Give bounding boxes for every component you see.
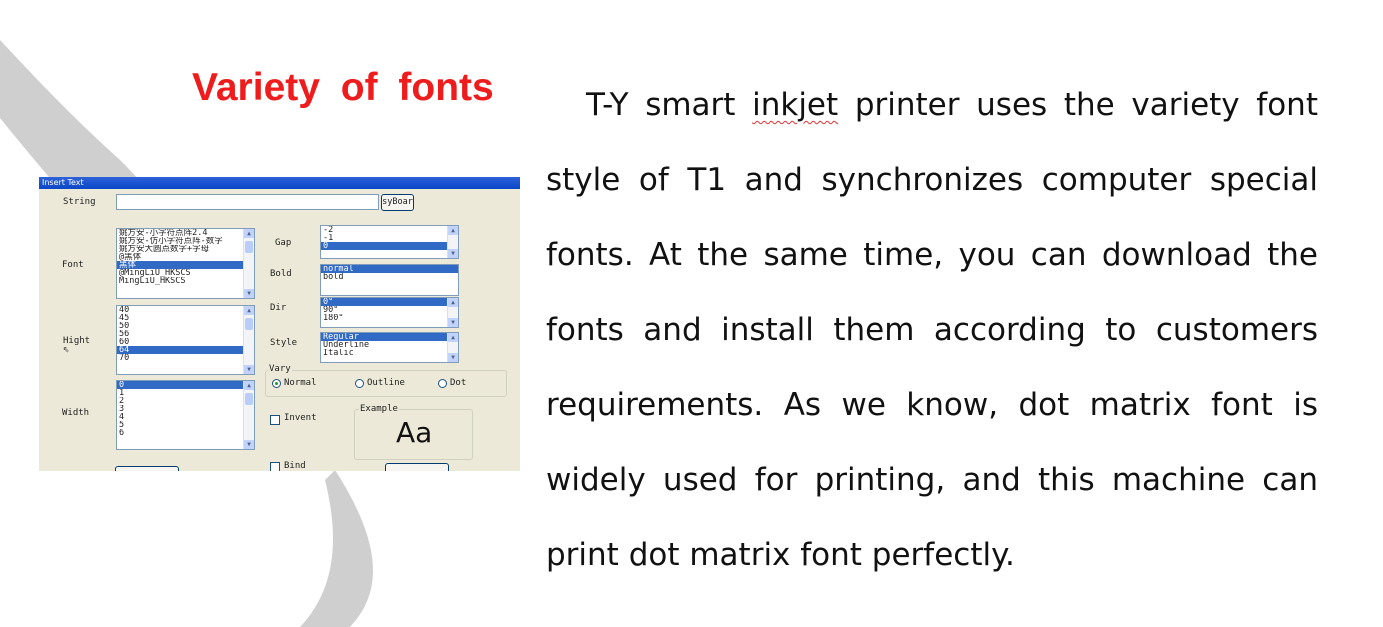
list-item[interactable]: @黑体 (117, 253, 254, 261)
normal-radio[interactable] (272, 379, 281, 388)
list-item[interactable]: 3 (117, 405, 254, 413)
example-label: Example (359, 404, 399, 414)
list-item[interactable]: 6 (117, 429, 254, 437)
invent-checkbox[interactable] (270, 415, 280, 425)
outline-radio[interactable] (355, 379, 364, 388)
list-item[interactable]: 姚方安-小字符点阵2.4 (117, 229, 254, 237)
string-label: String (63, 197, 96, 207)
list-item[interactable]: Italic (321, 349, 458, 357)
cancel-button[interactable] (385, 463, 449, 471)
list-item[interactable]: 50 (117, 322, 254, 330)
dot-radio-label: Dot (450, 378, 467, 388)
list-item[interactable]: Underline (321, 341, 458, 349)
scroll-down-icon[interactable]: ▼ (244, 289, 254, 298)
list-item[interactable]: 0 (117, 381, 254, 389)
list-item[interactable]: -2 (321, 226, 458, 234)
style-listbox[interactable]: Regular Underline Italic ▲ ▼ (320, 332, 459, 363)
dir-scrollbar[interactable]: ▲ ▼ (447, 298, 458, 327)
gap-label: Gap (275, 238, 292, 248)
font-label: Font (62, 260, 84, 270)
list-item[interactable]: -1 (321, 234, 458, 242)
list-item[interactable]: bold (321, 273, 458, 281)
string-input[interactable] (116, 194, 379, 210)
paragraph-lead: T-Y smart (586, 87, 753, 123)
list-item[interactable]: Regular (321, 333, 458, 341)
body-paragraph: T-Y smart inkjet printer uses the variet… (546, 68, 1318, 593)
list-item[interactable]: 90° (321, 306, 458, 314)
list-item[interactable]: 0 (321, 242, 458, 250)
font-scrollbar[interactable]: ▲ ▼ (243, 229, 254, 298)
hight-listbox[interactable]: 40 45 50 56 60 64 70 ▲ ▼ (116, 305, 255, 375)
list-item[interactable]: 60 (117, 338, 254, 346)
bold-label: Bold (270, 269, 292, 279)
paragraph-last-line: print dot matrix font perfectly. (546, 537, 1015, 573)
list-item[interactable]: 56 (117, 330, 254, 338)
dialog-title-bar: Insert Text (39, 177, 520, 189)
scroll-up-icon[interactable]: ▲ (244, 306, 254, 315)
keyboard-button[interactable]: syBoar (381, 194, 414, 211)
scroll-up-icon[interactable]: ▲ (448, 333, 458, 342)
list-item[interactable]: 45 (117, 314, 254, 322)
dir-label: Dir (270, 303, 287, 313)
example-preview: Aa (396, 416, 433, 449)
scroll-up-icon[interactable]: ▲ (448, 298, 458, 307)
spellcheck-word: inkjet (752, 87, 839, 123)
list-item[interactable]: 180° (321, 314, 458, 322)
bold-listbox[interactable]: normal bold (320, 264, 459, 296)
list-item[interactable]: 70 (117, 354, 254, 362)
paragraph-rest: printer uses the variety font style of T… (546, 87, 1318, 498)
width-listbox[interactable]: 0123456 ▲ ▼ (116, 380, 255, 450)
scroll-down-icon[interactable]: ▼ (244, 365, 254, 374)
style-label: Style (270, 338, 298, 348)
scroll-down-icon[interactable]: ▼ (448, 249, 458, 258)
outline-radio-label: Outline (367, 378, 405, 388)
hight-scrollbar[interactable]: ▲ ▼ (243, 306, 254, 374)
normal-radio-label: Normal (284, 378, 317, 388)
vary-label: Vary (268, 364, 292, 374)
ok-button[interactable] (115, 466, 179, 471)
list-item[interactable]: 黑体 (117, 261, 254, 269)
list-item[interactable]: 40 (117, 306, 254, 314)
scroll-up-icon[interactable]: ▲ (244, 381, 254, 390)
mouse-cursor-icon: ⇖ (63, 342, 70, 355)
scroll-down-icon[interactable]: ▼ (448, 353, 458, 362)
width-scrollbar[interactable]: ▲ ▼ (243, 381, 254, 449)
bind-label: Bind (284, 461, 306, 471)
dir-listbox[interactable]: 0° 90° 180° ▲ ▼ (320, 297, 459, 328)
scroll-up-icon[interactable]: ▲ (448, 226, 458, 235)
list-item[interactable]: MingLiU_HKSCS (117, 277, 254, 285)
gap-scrollbar[interactable]: ▲ ▼ (447, 226, 458, 258)
list-item[interactable]: 姚方安大圆点数字+字母 (117, 245, 254, 253)
list-item[interactable]: 4 (117, 413, 254, 421)
font-listbox[interactable]: 姚方安-小字符点阵2.4 姚方安-仿小字符点阵-数字 姚方安大圆点数字+字母 @黑体黑… (116, 228, 255, 299)
slide-title: Variety of fonts (192, 66, 494, 109)
scroll-up-icon[interactable]: ▲ (244, 229, 254, 238)
dot-radio[interactable] (438, 379, 447, 388)
list-item[interactable]: 2 (117, 397, 254, 405)
list-item[interactable]: @MingLiU_HKSCS (117, 269, 254, 277)
invent-label: Invent (284, 413, 317, 423)
scroll-down-icon[interactable]: ▼ (244, 440, 254, 449)
list-item[interactable]: 姚方安-仿小字符点阵-数字 (117, 237, 254, 245)
gap-listbox[interactable]: -2 -1 0 ▲ ▼ (320, 225, 459, 259)
list-item[interactable]: normal (321, 265, 458, 273)
list-item[interactable]: 0° (321, 298, 458, 306)
scroll-down-icon[interactable]: ▼ (448, 318, 458, 327)
list-item[interactable]: 1 (117, 389, 254, 397)
insert-text-dialog: Insert Text String syBoar Font 姚方安-小字符点阵… (39, 177, 520, 471)
list-item[interactable]: 5 (117, 421, 254, 429)
list-item[interactable]: 64 (117, 346, 254, 354)
width-label: Width (62, 408, 90, 418)
bind-checkbox[interactable] (270, 462, 280, 471)
style-scrollbar[interactable]: ▲ ▼ (447, 333, 458, 362)
